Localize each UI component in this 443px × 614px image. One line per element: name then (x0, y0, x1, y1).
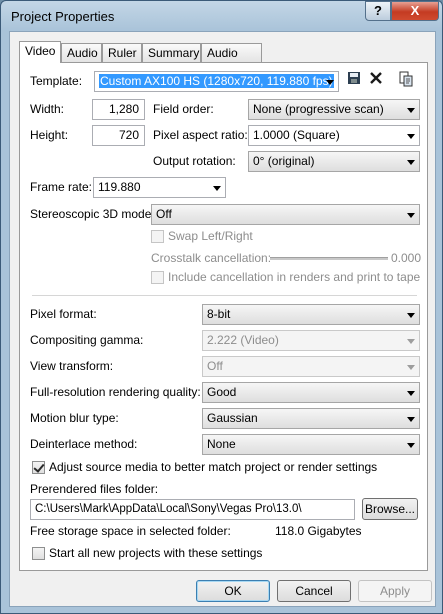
chevron-down-icon (407, 391, 415, 396)
prerendered-folder-label: Prerendered files folder: (30, 482, 159, 496)
frame-rate-label: Frame rate: (30, 180, 93, 194)
close-button[interactable]: X (391, 1, 439, 21)
crosstalk-slider[interactable] (270, 257, 388, 260)
motion-blur-label: Motion blur type: (30, 411, 119, 425)
browse-button[interactable]: Browse... (362, 498, 418, 520)
deinterlace-dropdown[interactable]: None (202, 434, 420, 455)
chevron-down-icon (407, 417, 415, 422)
storage-label: Free storage space in selected folder: (30, 524, 231, 538)
motion-blur-value: Gaussian (207, 411, 258, 425)
stereo-mode-value: Off (156, 207, 172, 221)
template-label: Template: (30, 74, 83, 88)
video-tab-panel: Template: Custom AX100 HS (1280x720, 119… (19, 62, 428, 571)
ok-button[interactable]: OK (196, 580, 270, 602)
chevron-down-icon (407, 313, 415, 318)
deinterlace-label: Deinterlace method: (30, 437, 138, 451)
height-input[interactable]: 720 (92, 125, 145, 146)
view-transform-label: View transform: (30, 359, 114, 373)
pixel-aspect-value: 1.0000 (Square) (253, 128, 340, 142)
height-label: Height: (30, 128, 69, 142)
pixel-format-value: 8-bit (207, 307, 231, 321)
tab-video[interactable]: Video (19, 41, 61, 63)
output-rotation-dropdown[interactable]: 0° (original) (248, 151, 420, 172)
stereo-mode-label: Stereoscopic 3D mode: (30, 207, 155, 221)
field-order-dropdown[interactable]: None (progressive scan) (248, 99, 420, 120)
view-transform-value: Off (207, 359, 223, 373)
width-input[interactable]: 1,280 (92, 99, 145, 120)
chevron-down-icon (407, 443, 415, 448)
output-rotation-label: Output rotation: (153, 154, 236, 168)
chevron-down-icon (407, 134, 415, 139)
tab-ruler[interactable]: Ruler (102, 43, 142, 62)
pixel-format-label: Pixel format: (30, 307, 97, 321)
chevron-down-icon (213, 186, 221, 191)
start-new-projects-label: Start all new projects with these settin… (49, 546, 263, 560)
cancel-button[interactable]: Cancel (277, 580, 351, 602)
width-label: Width: (30, 102, 65, 116)
render-quality-label: Full-resolution rendering quality: (30, 385, 201, 399)
include-cancellation-label: Include cancellation in renders and prin… (168, 270, 421, 284)
adjust-source-checkbox[interactable] (32, 461, 45, 474)
window-title: Project Properties (11, 9, 115, 24)
include-cancellation-checkbox[interactable] (151, 271, 164, 284)
delete-icon[interactable] (366, 71, 386, 91)
swap-left-right-label: Swap Left/Right (168, 229, 253, 243)
tab-summary[interactable]: Summary (142, 43, 201, 62)
crosstalk-value: 0.000 (391, 251, 422, 265)
frame-rate-dropdown[interactable]: 119.880 (93, 177, 226, 198)
match-media-icon[interactable] (396, 71, 416, 91)
compositing-gamma-label: Compositing gamma: (30, 333, 144, 347)
pixel-format-dropdown[interactable]: 8-bit (202, 304, 420, 325)
frame-rate-value: 119.880 (98, 180, 141, 194)
view-transform-dropdown[interactable]: Off (202, 356, 420, 377)
template-value: Custom AX100 HS (1280x720, 119.880 fps) (99, 74, 334, 88)
deinterlace-value: None (207, 437, 236, 451)
stereo-mode-dropdown[interactable]: Off (151, 204, 420, 225)
apply-button[interactable]: Apply (358, 580, 432, 602)
compositing-gamma-dropdown[interactable]: 2.222 (Video) (202, 330, 420, 351)
dialog-client: Video Audio Ruler Summary Audio CD Templ… (9, 31, 436, 607)
adjust-source-label: Adjust source media to better match proj… (49, 460, 378, 474)
chevron-down-icon (407, 213, 415, 218)
chevron-down-icon (407, 339, 415, 344)
tab-audio-cd[interactable]: Audio CD (201, 43, 262, 78)
help-button[interactable]: ? (365, 1, 391, 21)
tab-audio[interactable]: Audio (61, 43, 102, 62)
chevron-down-icon (326, 80, 334, 85)
template-dropdown[interactable]: Custom AX100 HS (1280x720, 119.880 fps) (94, 71, 339, 92)
compositing-gamma-value: 2.222 (Video) (207, 333, 279, 347)
render-quality-value: Good (207, 385, 237, 399)
pixel-aspect-label: Pixel aspect ratio: (153, 128, 248, 142)
start-new-projects-checkbox[interactable] (32, 547, 45, 560)
motion-blur-dropdown[interactable]: Gaussian (202, 408, 420, 429)
render-quality-dropdown[interactable]: Good (202, 382, 420, 403)
prerendered-folder-input[interactable]: C:\Users\Mark\AppData\Local\Sony\Vegas P… (30, 499, 355, 520)
project-properties-window: Project Properties ? X Video Audio Ruler… (0, 0, 443, 614)
field-order-value: None (progressive scan) (253, 102, 384, 116)
chevron-down-icon (407, 108, 415, 113)
pixel-aspect-dropdown[interactable]: 1.0000 (Square) (248, 125, 420, 146)
crosstalk-label: Crosstalk cancellation: (151, 251, 272, 265)
save-icon[interactable] (344, 71, 364, 91)
chevron-down-icon (407, 160, 415, 165)
output-rotation-value: 0° (original) (253, 154, 315, 168)
divider (32, 295, 417, 296)
field-order-label: Field order: (153, 102, 214, 116)
swap-left-right-checkbox[interactable] (151, 230, 164, 243)
storage-value: 118.0 Gigabytes (275, 524, 362, 538)
chevron-down-icon (407, 365, 415, 370)
